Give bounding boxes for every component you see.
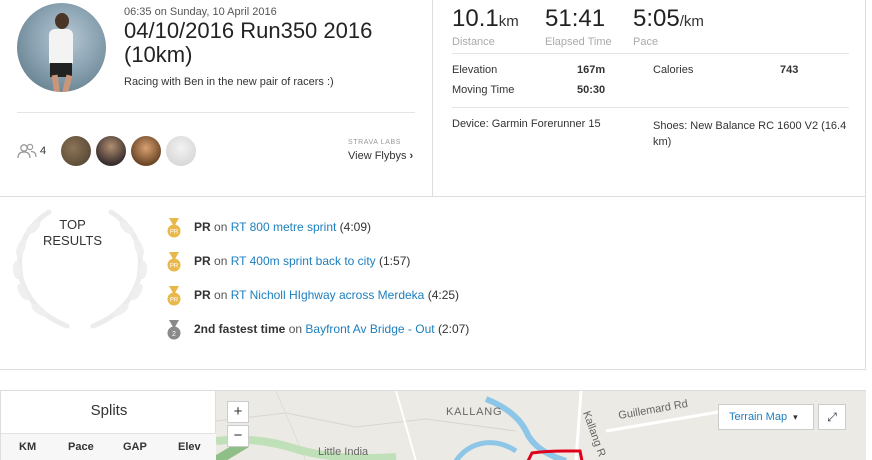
activity-card: 06:35 on Sunday, 10 April 2016 04/10/201… — [0, 0, 866, 370]
group-athletes-icon[interactable] — [17, 143, 37, 159]
result-label: PR — [194, 220, 211, 234]
result-label: 2nd fastest time — [194, 322, 286, 336]
result-on: on — [214, 288, 228, 302]
buddy-avatar[interactable] — [61, 136, 91, 166]
svg-text:PR: PR — [170, 298, 179, 304]
stat-unit: /km — [679, 13, 704, 30]
segment-link[interactable]: RT 800 metre sprint — [231, 220, 337, 234]
activity-title-line2: (10km) — [124, 42, 193, 67]
map-label-little-india: Little India — [318, 446, 369, 458]
activity-title[interactable]: 04/10/2016 Run350 2016 (10km) — [124, 19, 372, 67]
segment-link[interactable]: RT Nicholl HIghway across Merdeka — [231, 288, 425, 302]
elevation-label: Elevation — [452, 64, 498, 76]
divider — [17, 112, 415, 113]
result-label: PR — [194, 254, 211, 268]
svg-text:PR: PR — [170, 264, 179, 270]
result-on: on — [214, 254, 228, 268]
buddy-avatar[interactable] — [96, 136, 126, 166]
top-results-heading-line1: TOP — [59, 217, 86, 232]
activity-description: Racing with Ben in the new pair of racer… — [124, 76, 334, 88]
buddy-avatar-placeholder[interactable] — [166, 136, 196, 166]
chevron-right-icon: › — [409, 150, 414, 162]
divider — [452, 107, 849, 108]
fullscreen-icon[interactable]: ⤢ — [818, 404, 846, 430]
top-results-heading: TOP RESULTS — [30, 217, 115, 249]
stat-value: 51:41 — [545, 5, 606, 32]
result-on: on — [288, 322, 303, 336]
result-time: (4:09) — [339, 220, 372, 234]
stat-pace: 5:05/km Pace — [633, 5, 704, 49]
device-info: Device: Garmin Forerunner 15 — [452, 118, 601, 130]
top-results-heading-line2: RESULTS — [43, 233, 102, 248]
stat-value: 5:05 — [633, 5, 680, 32]
splits-col-km: KM — [19, 441, 37, 453]
stat-unit: km — [498, 13, 519, 30]
stat-label: Elapsed Time — [545, 36, 612, 48]
svg-text:2: 2 — [172, 331, 176, 338]
buddy-avatar[interactable] — [131, 136, 161, 166]
splits-title: Splits — [90, 402, 128, 419]
divider — [0, 196, 866, 197]
silver-medal-icon: 2 — [167, 320, 181, 340]
stat-label: Pace — [633, 36, 659, 48]
chevron-down-icon: ▾ — [793, 412, 798, 422]
map-label-kallang: KALLANG — [446, 406, 503, 418]
view-flybys-label: View Flybys — [348, 150, 407, 162]
calories-value: 743 — [780, 64, 799, 76]
pr-medal-icon: PR — [167, 218, 181, 238]
svg-text:PR: PR — [170, 230, 179, 236]
splits-table-header: KM Pace GAP Elev — [1, 433, 217, 460]
group-athletes-count[interactable]: 4 — [40, 145, 46, 157]
view-flybys-link[interactable]: View Flybys › — [348, 150, 413, 162]
stat-value: 10.1 — [452, 5, 499, 32]
result-on: on — [214, 220, 228, 234]
stat-elapsed-time: 51:41 Elapsed Time — [545, 5, 612, 49]
splits-col-elev: Elev — [178, 441, 201, 453]
splits-col-gap: GAP — [123, 441, 147, 453]
calories-label: Calories — [653, 64, 694, 76]
elevation-value: 167m — [577, 64, 606, 76]
pr-medal-icon: PR — [167, 252, 181, 272]
athlete-avatar[interactable] — [17, 3, 106, 92]
splits-panel: Splits KM Pace GAP Elev — [0, 390, 217, 460]
result-label: PR — [194, 288, 211, 302]
zoom-in-button[interactable]: + — [227, 401, 249, 423]
strava-labs-label: STRAVA LABS — [348, 139, 402, 146]
activity-timestamp: 06:35 on Sunday, 10 April 2016 — [124, 6, 277, 18]
moving-time-value: 50:30 — [577, 84, 606, 96]
result-time: (1:57) — [379, 254, 411, 268]
terrain-map-label: Terrain Map — [729, 411, 788, 423]
result-time: (4:25) — [427, 288, 460, 302]
zoom-out-button[interactable]: − — [227, 425, 249, 447]
activity-summary: 06:35 on Sunday, 10 April 2016 04/10/201… — [0, 0, 433, 196]
moving-time-label: Moving Time — [452, 84, 515, 96]
stat-distance: 10.1km Distance — [452, 5, 519, 49]
divider — [452, 53, 849, 54]
activity-title-line1: 04/10/2016 Run350 2016 — [124, 18, 373, 43]
shoes-info: Shoes: New Balance RC 1600 V2 (16.4 km) — [653, 120, 847, 148]
segment-link[interactable]: RT 400m sprint back to city — [231, 254, 376, 268]
pr-medal-icon: PR — [167, 286, 181, 306]
segment-link[interactable]: Bayfront Av Bridge - Out — [305, 322, 434, 336]
stat-label: Distance — [452, 36, 495, 48]
splits-col-pace: Pace — [68, 441, 94, 453]
result-time: (2:07) — [437, 322, 470, 336]
terrain-map-dropdown[interactable]: Terrain Map ▾ — [718, 404, 814, 430]
